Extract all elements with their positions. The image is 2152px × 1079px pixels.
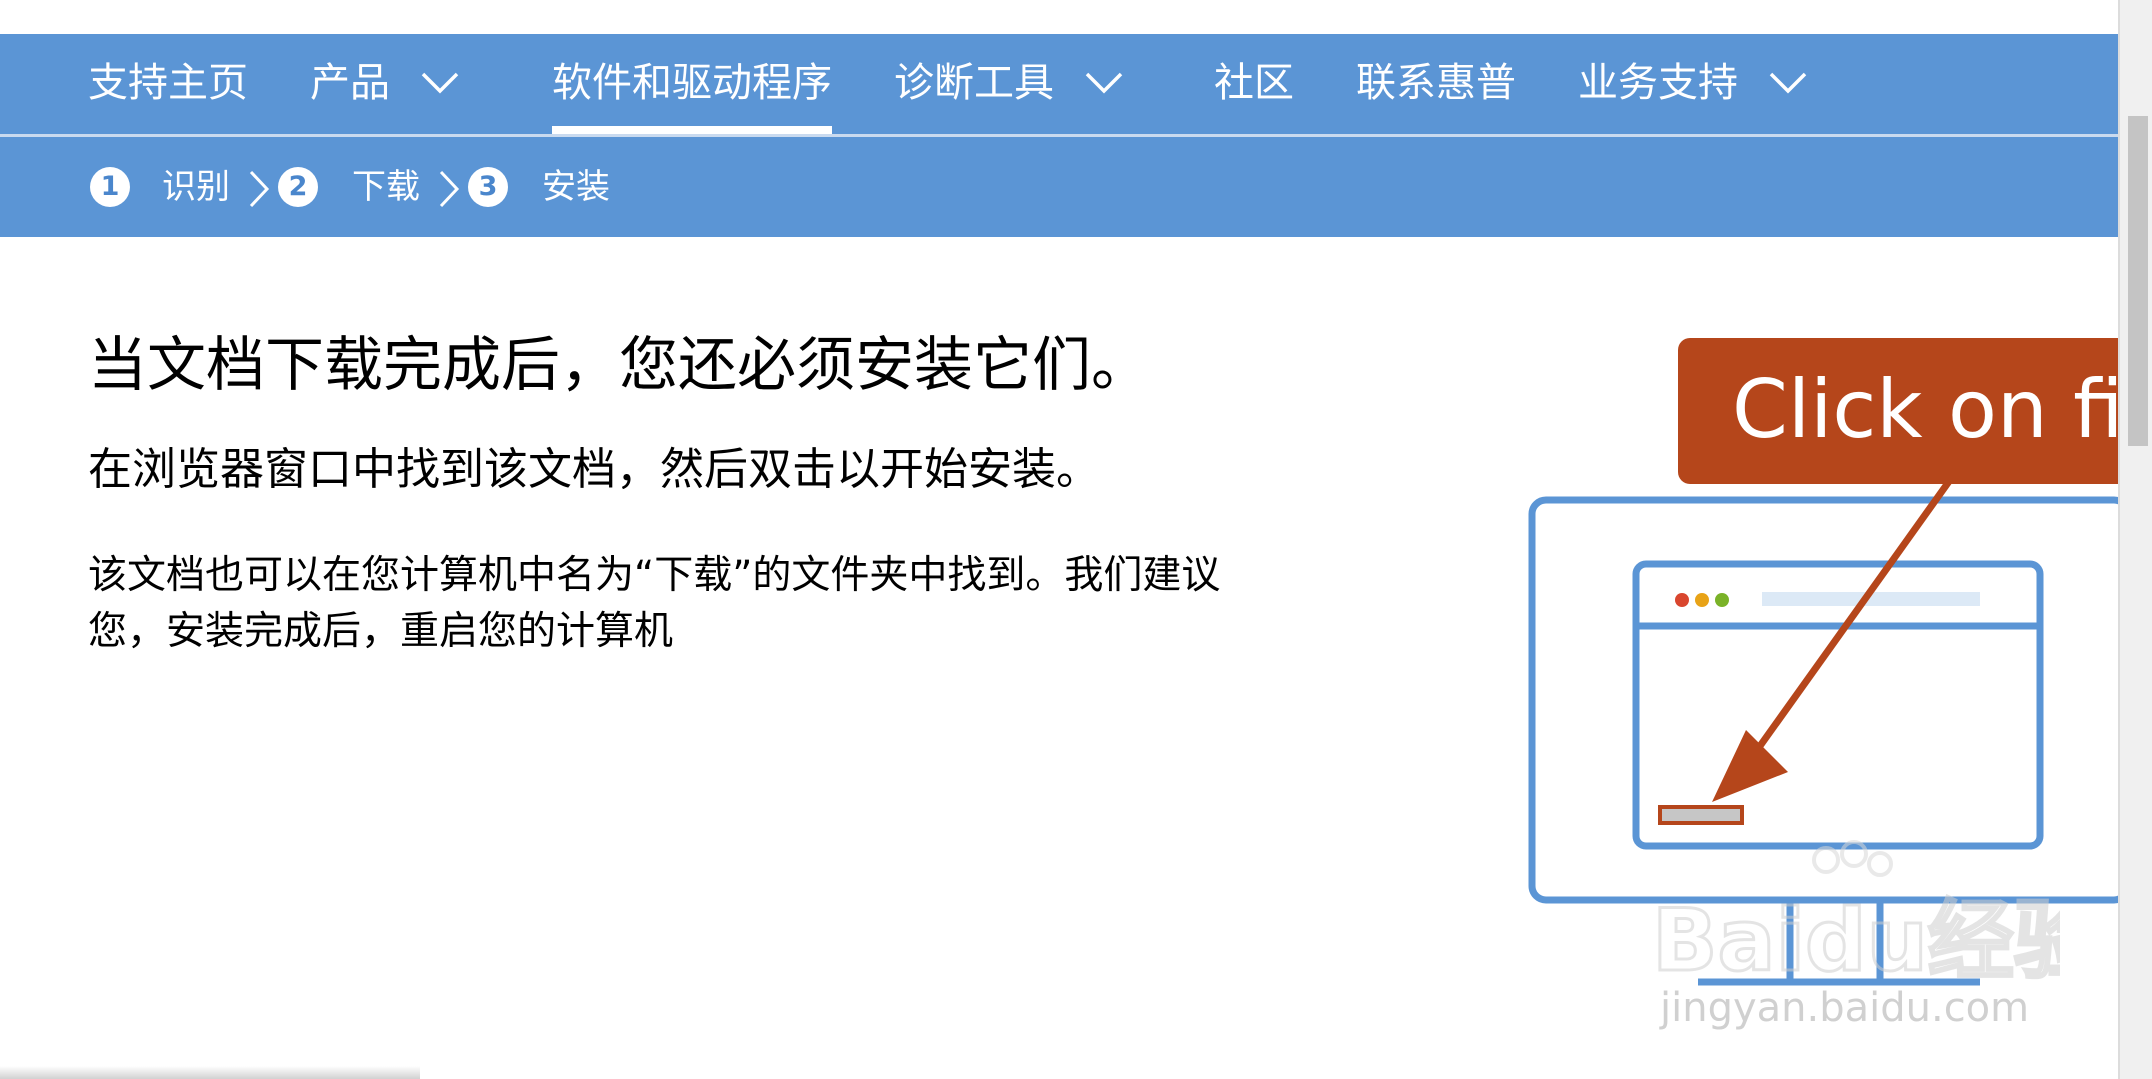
step-progress-bar: 1 识别 2 下载 3 安装 <box>0 137 2118 237</box>
nav-label: 联系惠普 <box>1356 60 1516 106</box>
step-number-badge: 1 <box>90 167 130 207</box>
watermark-brand: Baidu经验 <box>1652 891 2060 990</box>
browser-dot-red <box>1675 593 1689 607</box>
browser-dot-green <box>1715 593 1729 607</box>
bottom-edge-shadow <box>0 1066 420 1079</box>
nav-label: 社区 <box>1214 60 1294 106</box>
step-label-identify[interactable]: 识别 <box>162 161 230 213</box>
nav-item-support-home[interactable]: 支持主页 <box>88 34 248 134</box>
callout-text: Click on file <box>1732 363 2152 456</box>
nav-label: 软件和驱动程序 <box>552 60 832 106</box>
nav-item-business-support[interactable]: 业务支持 <box>1578 34 1808 134</box>
nav-label: 业务支持 <box>1578 60 1738 106</box>
chevron-down-icon <box>1769 72 1807 94</box>
nav-label: 诊断工具 <box>894 60 1054 106</box>
top-nav: 支持主页 产品 软件和驱动程序 诊断工具 社区 联系惠普 业务支持 <box>0 34 2118 137</box>
nav-item-products[interactable]: 产品 <box>310 34 460 134</box>
page-headline: 当文档下载完成后，您还必须安装它们。 <box>88 330 1151 399</box>
nav-item-contact-hp[interactable]: 联系惠普 <box>1356 34 1516 134</box>
chevron-down-icon <box>421 72 459 94</box>
step-number-badge: 2 <box>278 167 318 207</box>
step-number-badge: 3 <box>468 167 508 207</box>
browser-dot-yellow <box>1695 593 1709 607</box>
nav-item-community[interactable]: 社区 <box>1214 34 1294 134</box>
page-paragraph: 该文档也可以在您计算机中名为“下载”的文件夹中找到。我们建议您，安装完成后，重启… <box>88 553 1221 654</box>
nav-item-diagnostics[interactable]: 诊断工具 <box>894 34 1124 134</box>
browser-window <box>1632 560 2044 850</box>
chevron-right-icon <box>439 170 460 208</box>
step-label-download[interactable]: 下载 <box>352 161 420 213</box>
baidu-paw-watermark-icon: Baidu经验 <box>1651 840 2060 990</box>
click-on-file-callout: Click on file <box>1678 338 2152 484</box>
chevron-down-icon <box>1085 72 1123 94</box>
chevron-right-icon <box>249 170 270 208</box>
nav-label: 支持主页 <box>88 60 248 106</box>
download-file-bar <box>1658 805 1744 825</box>
watermark-url: jingyan.baidu.com <box>1660 985 2030 1031</box>
nav-label: 产品 <box>310 60 390 106</box>
scrollbar-thumb[interactable] <box>2128 116 2148 446</box>
nav-item-software-drivers[interactable]: 软件和驱动程序 <box>552 34 832 134</box>
step-label-install[interactable]: 安装 <box>542 161 610 213</box>
page-subheading: 在浏览器窗口中找到该文档，然后双击以开始安装。 <box>88 444 1100 495</box>
